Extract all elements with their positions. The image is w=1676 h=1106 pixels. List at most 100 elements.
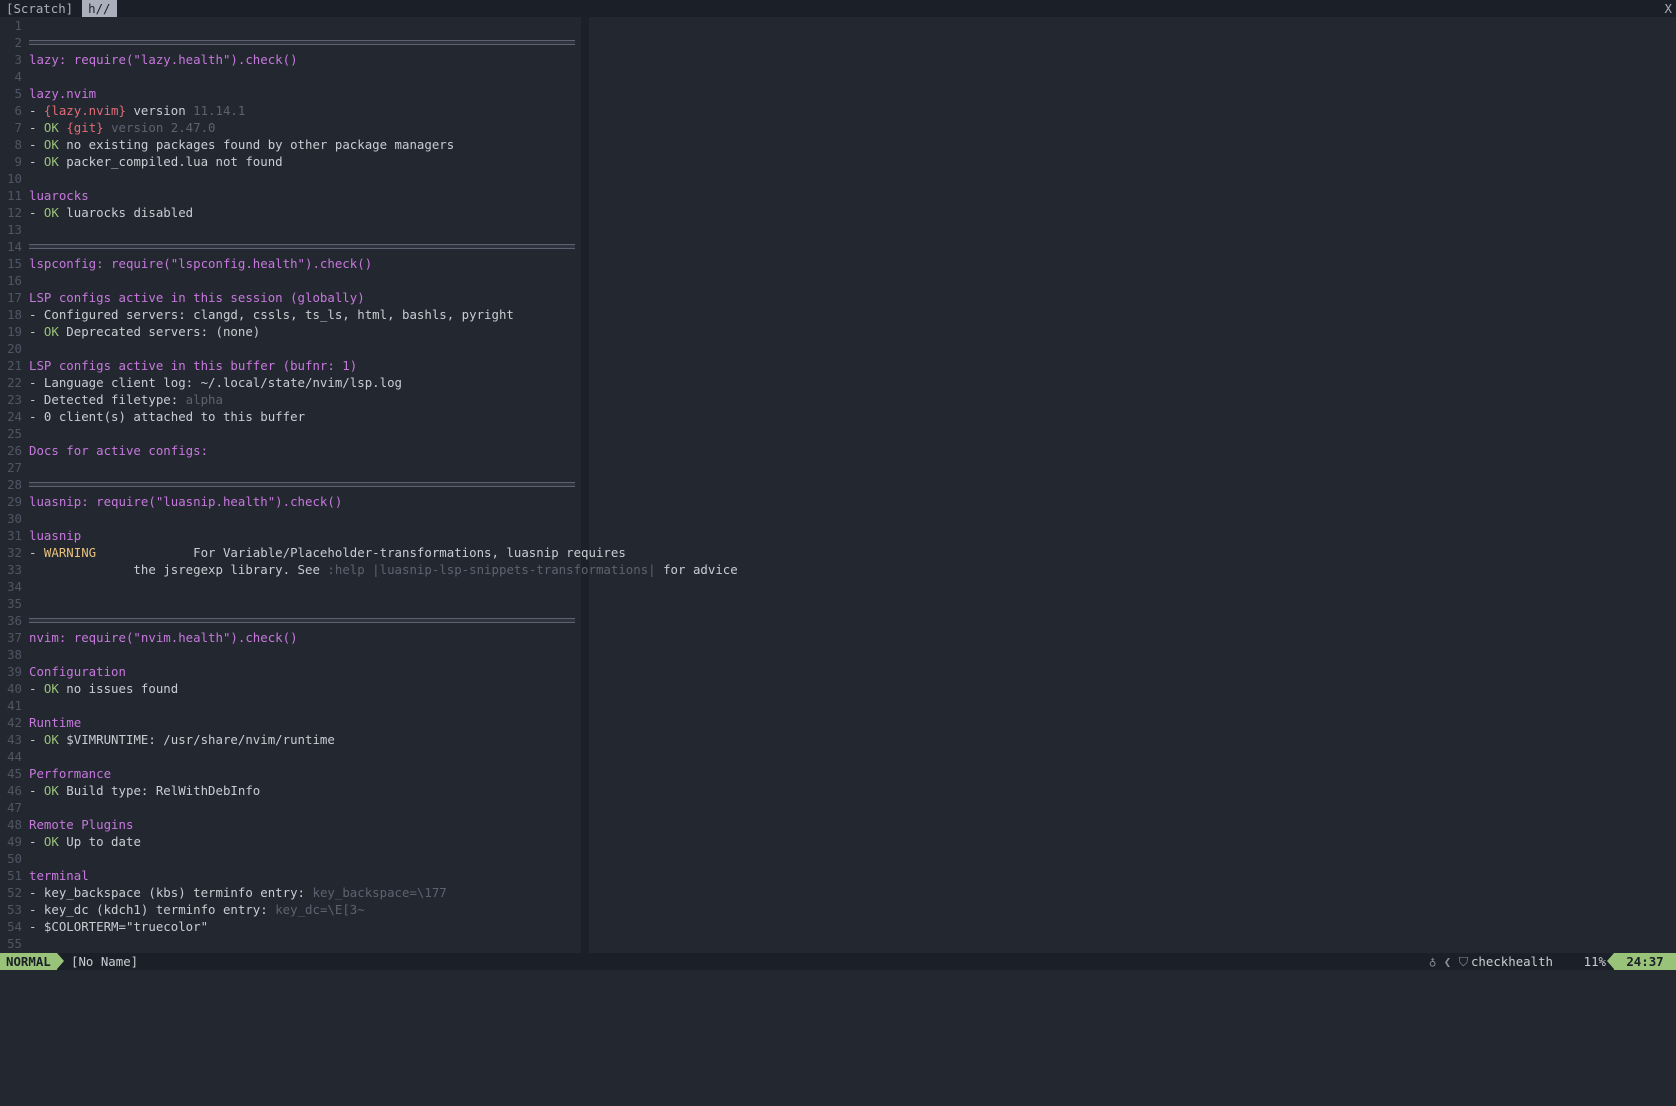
line-number: 41 [7,698,22,713]
buffer-line[interactable]: 55 [0,935,580,952]
buffer-line[interactable]: 25 [0,425,580,442]
buffer-line[interactable]: 12- OK luarocks disabled [0,204,580,221]
line-number: 53 [7,902,22,917]
buffer-line[interactable]: 10 [0,170,580,187]
buffer-line[interactable]: 8- OK no existing packages found by othe… [0,136,580,153]
line-text: - 0 client(s) attached to this buffe [29,409,298,424]
line-number: 15 [7,256,22,271]
buffer-line[interactable]: 52- key_backspace (kbs) terminfo entry: … [0,884,580,901]
buffer-line[interactable]: 53 - key_dc (kdch1) terminfo entry: key_d… [0,901,580,918]
buffer-line[interactable]: 22 - Language client log: ~/.local/state/… [0,374,580,391]
buffer-line[interactable]: 33 the jsregexp library. See :help |luas… [0,561,738,578]
buffer-line[interactable]: 30 [0,510,580,527]
buffer-line[interactable]: 11 luarocks [0,187,580,204]
buffer-line[interactable]: 26 Docs for active configs: [0,442,580,459]
buffer-line[interactable]: 2 [0,34,580,51]
statusline: NORMAL [No Name] ♁ ❮ ⛉ checkhealth 11% 2… [0,953,1676,970]
buffer-line[interactable]: 51 terminal [0,867,580,884]
checkhealth-window[interactable]: 1 2 3 lazy: require("lazy.health").check() 4… [0,17,738,953]
line-number: 20 [7,341,22,356]
line-text: OK [43,154,59,169]
buffer-line[interactable]: 5 lazy.nvim [0,85,580,102]
buffer-line[interactable]: 27 [0,459,580,476]
line-text: nvim: require("nvim.health").check() [29,630,298,645]
buffer-line[interactable]: 9- OK packer_compiled.lua not found [0,153,580,170]
buffer-line[interactable]: 46- OK Build type: RelWithDebInfo [0,782,580,799]
buffer-line[interactable]: 4 [0,68,580,85]
section-divider [29,40,575,45]
line-number: 38 [7,647,22,662]
line-number: 1 [14,18,22,33]
buffer-line[interactable]: 45 Performance [0,765,580,782]
buffer-line[interactable]: 16 [0,272,580,289]
buffer-line[interactable]: 19- OK Deprecated servers: (none) [0,323,580,340]
buffer-line[interactable]: 32- WARNING For Variable/Placeholder-tra… [0,544,626,561]
line-text: version 2.47.0 [103,120,216,135]
line-number: 12 [7,205,22,220]
buffer-line[interactable]: 36 [0,612,580,629]
section-divider [29,482,575,487]
buffer-line[interactable]: 29 luasnip: require("luasnip.health").che… [0,493,580,510]
buffer-line[interactable]: 31 luasnip [0,527,580,544]
buffer-line[interactable]: 49- OK Up to date [0,833,580,850]
buffer-line[interactable]: 15 lspconfig: require("lspconfig.health")… [0,255,580,272]
buffer-line[interactable]: 54 - $COLORTERM="truecolor" [0,918,580,935]
buffer-line[interactable]: 48 Remote Plugins [0,816,580,833]
line-number: 16 [7,273,22,288]
cursor-position: 24:37 [1614,953,1676,970]
close-tab-button[interactable]: X [1665,0,1672,17]
line-text: Build type: RelWithDebInfo [58,783,261,798]
line-text: OK [43,732,59,747]
buffer-line[interactable]: 43- OK $VIMRUNTIME: /usr/share/nvim/runt… [0,731,580,748]
buffer-line[interactable]: 41 [0,697,580,714]
buffer-line[interactable]: 18 - Configured servers: clangd, cssls, t… [0,306,580,323]
line-text: Deprecated servers: (none) [58,324,261,339]
tabline: [Scratch] h// X [0,0,1676,17]
buffer-line[interactable]: 1 [0,17,580,34]
line-text: terminal [29,868,89,883]
buffer-line[interactable]: 34 [0,578,580,595]
buffer-line[interactable]: 17 LSP configs active in this session (gl… [0,289,580,306]
line-text: $VIMRUNTIME: /usr/share/nvim/runtime [58,732,335,747]
buffer-line[interactable]: 14 [0,238,580,255]
buffer-line[interactable]: 39 Configuration [0,663,580,680]
line-number: 47 [7,800,22,815]
tab-health[interactable]: h// [82,0,117,17]
line-text: :help |luasnip-lsp-snippets-transformati… [327,562,656,577]
line-text: r [297,409,306,424]
line-number: 7 [14,120,22,135]
buffer-line[interactable]: 13 [0,221,580,238]
tab-scratch[interactable]: [Scratch] [0,0,80,17]
buffer-line[interactable]: 6- {lazy.nvim} version 11.14.1 [0,102,580,119]
buffer-line[interactable]: 24 - 0 client(s) attached to this buffer [0,408,580,425]
line-number: 50 [7,851,22,866]
empty-window[interactable] [589,17,1676,953]
line-number: 33 [7,562,22,577]
line-text: key_backspace=\177 [312,885,447,900]
line-text: - [29,154,44,169]
line-number: 2 [14,35,22,50]
buffer-line[interactable]: 20 [0,340,580,357]
buffer-line[interactable]: 3 lazy: require("lazy.health").check() [0,51,580,68]
buffer-line[interactable]: 37 nvim: require("nvim.health").check() [0,629,580,646]
buffer-line[interactable]: 42 Runtime [0,714,580,731]
window-separator[interactable] [581,17,589,953]
buffer-line[interactable]: 47 [0,799,580,816]
line-text: For Variable/Placeholder-transformations… [96,545,626,560]
buffer-line[interactable]: 44 [0,748,580,765]
buffer-line[interactable]: 38 [0,646,580,663]
buffer-line[interactable]: 35 [0,595,580,612]
buffer-line[interactable]: 7- OK {git} version 2.47.0 [0,119,580,136]
line-text: key_dc=\E[3~ [275,902,365,917]
line-text: - [29,681,44,696]
line-number: 43 [7,732,22,747]
buffer-line[interactable]: 50 [0,850,580,867]
mode-separator-icon [57,953,64,969]
buffer-line[interactable]: 23 - Detected filetype: alpha [0,391,580,408]
buffer-line[interactable]: 28 [0,476,580,493]
line-text: luasnip [29,528,82,543]
command-line[interactable] [0,970,1676,988]
buffer-line[interactable]: 40- OK no issues found [0,680,580,697]
line-text: WARNING [43,545,97,560]
buffer-line[interactable]: 21 LSP configs active in this buffer (buf… [0,357,580,374]
